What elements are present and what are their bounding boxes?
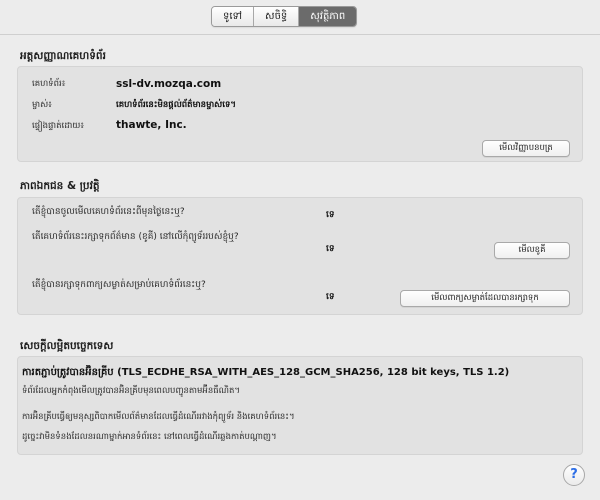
technical-section-title: សេចក្ដីលម្អិតបច្ចេកទេស [20,340,114,352]
view-certificate-button[interactable]: មើលវិញ្ញាបនបត្រ [482,140,570,157]
tab-security[interactable]: សុវត្ថិភាព [299,7,357,26]
owner-value: គេហទំព័រនេះមិនផ្ដល់ព័ត៌មានម្ចាស់ទេ។ [116,100,236,110]
help-button[interactable]: ? [563,464,585,486]
tab-bar: ទូទៅ សចិទ្ធិ សុវត្ថិភាព [211,6,358,27]
verified-by-label: ផ្ទៀងផ្ទាត់ដោយ៖ [32,121,85,131]
technical-panel: ការតភ្ជាប់ត្រូវបានអ៊ិនគ្រីប (TLS_ECDHE_R… [17,356,583,455]
tab-permissions[interactable]: សចិទ្ធិ [254,7,300,26]
answer-passwords: ទេ [326,292,335,302]
view-saved-passwords-button[interactable]: មើលពាក្យសម្ងាត់ដែលបានរក្សាទុក [400,290,570,307]
privacy-section-title: ភាពឯកជន & ប្រវត្តិ [20,180,100,192]
answer-cookies: ទេ [326,244,335,254]
question-visited: តើខ្ញុំបានចូលមើលគេហទំព័រនេះពីមុនថ្ងៃនេះឬ… [32,207,185,217]
answer-visited: ទេ [326,210,335,220]
privacy-panel: តើខ្ញុំបានចូលមើលគេហទំព័រនេះពីមុនថ្ងៃនេះឬ… [17,197,583,315]
header-divider [0,34,600,35]
question-cookies: តើគេហទំព័រនេះរក្សាទុកព័ត៌មាន (ខូគី) នៅលើ… [32,232,239,242]
connection-encrypted-heading: ការតភ្ជាប់ត្រូវបានអ៊ិនគ្រីប (TLS_ECDHE_R… [22,367,510,378]
owner-label: ម្ចាស់៖ [32,100,52,110]
technical-description-3: ដូច្នេះវាមិនទំនងដែលនរណាម្នាក់អានទំព័រនេះ… [22,432,277,442]
identity-section-title: អត្តសញ្ញាណគេហទំព័រ [20,50,106,62]
verified-by-value: thawte, Inc. [116,119,187,131]
tab-general[interactable]: ទូទៅ [212,7,255,26]
website-value: ssl-dv.mozqa.com [116,78,222,90]
identity-panel: គេហទំព័រ៖ ssl-dv.mozqa.com ម្ចាស់៖ គេហទំ… [17,66,583,162]
technical-description-1: ទំព័រដែលអ្នកកំពុងមើលត្រូវបានអ៊ិនគ្រីបមុន… [22,386,240,396]
question-passwords: តើខ្ញុំបានរក្សាទុកពាក្យសម្ងាត់សម្រាប់គេហ… [32,280,206,290]
website-label: គេហទំព័រ៖ [32,79,66,89]
view-cookies-button[interactable]: មើលខូគី [494,242,570,259]
technical-description-2: ការអ៊ិនគ្រីបធ្វើឲ្យមនុស្សពិបាកមើលព័ត៌មាន… [22,412,295,422]
